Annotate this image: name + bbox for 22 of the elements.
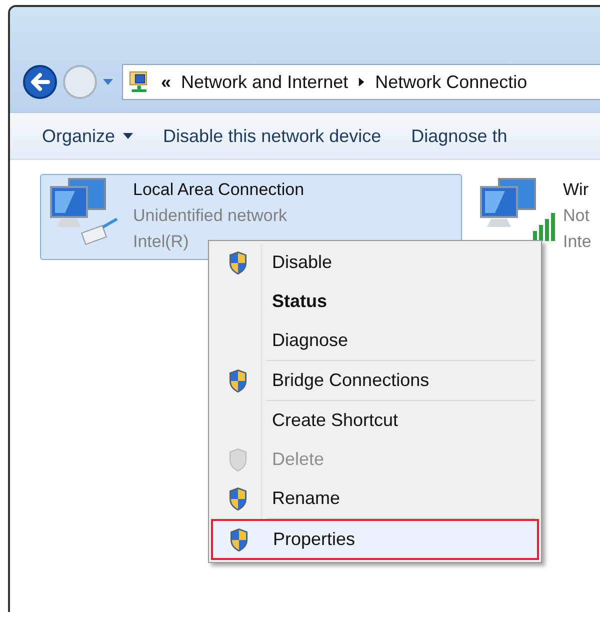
address-bar[interactable]: « Network and Internet Network Connectio (122, 64, 600, 100)
toolbar-button[interactable]: Diagnose th (403, 122, 516, 150)
adapter-name: Inte (563, 231, 592, 253)
connection-status: Not (563, 205, 590, 227)
dropdown-arrow-icon[interactable] (102, 78, 114, 86)
overflow-chevron[interactable]: « (161, 72, 172, 92)
menu-item[interactable]: Properties (211, 519, 539, 560)
toolbar-button[interactable]: Organize (34, 122, 142, 150)
back-button[interactable] (22, 64, 58, 100)
breadcrumb-arrow-icon[interactable] (358, 77, 366, 87)
connection-name: Wir (563, 179, 590, 201)
breadcrumb[interactable]: Network Connectio (375, 72, 528, 92)
menu-item[interactable]: Status (211, 282, 539, 321)
breadcrumb[interactable]: Network and Internet (181, 72, 348, 92)
connection-status: Unidentified network (133, 205, 288, 227)
menu-item[interactable]: Diagnose (211, 321, 539, 360)
menu-item[interactable]: Bridge Connections (211, 361, 539, 400)
menu-item[interactable]: Create Shortcut (211, 401, 539, 440)
connection-name: Local Area Connection (133, 179, 304, 201)
toolbar-button[interactable]: Disable this network device (155, 122, 390, 150)
adapter-name: Intel(R) (133, 231, 190, 253)
menu-item[interactable]: Rename (211, 479, 539, 518)
